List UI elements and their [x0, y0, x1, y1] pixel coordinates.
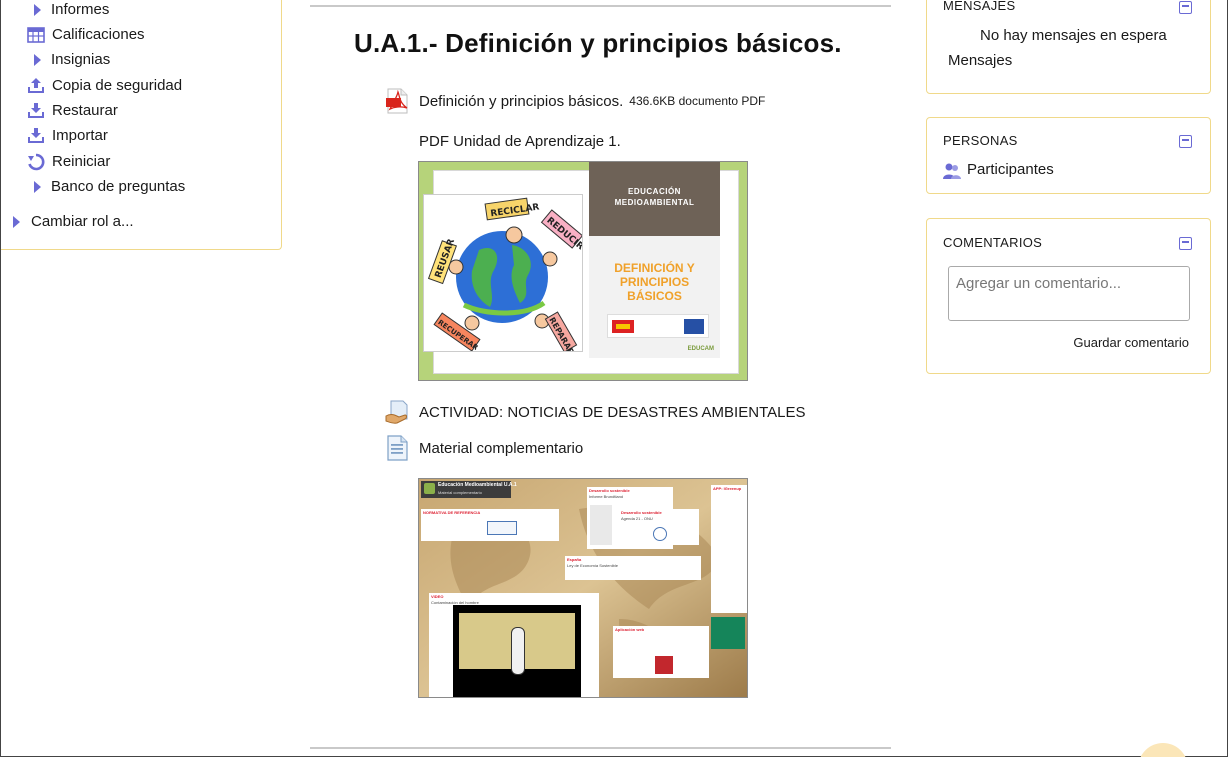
prezi-card-espana: España Ley de Economía Sostenible: [565, 556, 701, 580]
table-icon: [27, 26, 45, 43]
nav-item-restaurar[interactable]: Restaurar: [27, 98, 118, 123]
activity-pdf-description: PDF Unidad de Aprendizaje 1.: [419, 133, 621, 150]
activity-page-link[interactable]: Material complementario: [419, 440, 583, 457]
nav-item-copia-seguridad[interactable]: Copia de seguridad: [27, 73, 182, 98]
prezi-subtitle: Material complementario: [438, 490, 482, 495]
cover-logos: [607, 314, 709, 338]
chevron-right-icon: [34, 3, 41, 16]
activity-assignment[interactable]: ACTIVIDAD: NOTICIAS DE DESASTRES AMBIENT…: [385, 399, 805, 425]
nav-item-importar[interactable]: Importar: [27, 123, 108, 148]
prezi-logo-icon: [424, 483, 435, 494]
save-comment-link[interactable]: Guardar comentario: [1073, 335, 1189, 350]
chevron-right-icon: [34, 180, 41, 193]
activity-pdf-link[interactable]: Definición y principios básicos.: [419, 93, 623, 110]
nav-item-insignias[interactable]: Insignias: [34, 47, 110, 72]
prezi-card-video: VIDEO Contaminación del hombre: [429, 593, 599, 697]
prezi-card-agenda: Desarrollo sostenible Agenda 21 - ONU: [619, 509, 699, 545]
cover-illustration: RECICLAR REDUCIR REUSAR REPARAR RECUPERA…: [423, 194, 585, 356]
assignment-icon: [385, 400, 408, 424]
messages-empty-text: No hay mensajes en espera: [980, 27, 1167, 44]
download-icon: [28, 127, 44, 143]
prezi-title: Educación Medioambiental U.A.1: [438, 482, 517, 488]
cover-header: EDUCACIÓN MEDIOAMBIENTAL: [589, 162, 720, 236]
activity-pdf[interactable]: Definición y principios básicos. 436.6KB…: [385, 88, 765, 114]
activity-assignment-link[interactable]: ACTIVIDAD: NOTICIAS DE DESASTRES AMBIENT…: [419, 404, 805, 421]
messages-link[interactable]: Mensajes: [948, 52, 1012, 69]
messages-block-title: MENSAJES: [943, 0, 1016, 13]
users-icon: [943, 163, 961, 179]
participants-link[interactable]: Participantes: [967, 161, 1054, 178]
app-logo: [655, 656, 673, 674]
prezi-card-app: APP: IGreenup: [711, 485, 747, 613]
prezi-title-bar: Educación Medioambiental U.A.1 Material …: [421, 481, 517, 498]
section-bottom-divider: [310, 747, 891, 749]
collapse-icon[interactable]: [1179, 237, 1192, 250]
nav-item-reiniciar[interactable]: Reiniciar: [27, 149, 110, 174]
chevron-right-icon: [34, 53, 41, 66]
chevron-right-icon: [13, 215, 20, 228]
pdf-cover-image[interactable]: RECICLAR REDUCIR REUSAR REPARAR RECUPERA…: [418, 161, 748, 381]
igreenup-logo: [711, 617, 745, 649]
prezi-doc-thumb: [590, 505, 612, 545]
nav-item-informes[interactable]: Informes: [34, 0, 109, 22]
cover-title: DEFINICIÓN Y PRINCIPIOS BÁSICOS: [614, 261, 695, 303]
upload-icon: [28, 77, 44, 93]
nav-item-banco-preguntas[interactable]: Banco de preguntas: [34, 174, 185, 199]
sign-reducir: REDUCIR: [540, 209, 585, 252]
spain-flag-stripe: [616, 324, 630, 329]
prezi-card-normativa: NORMATIVA DE REFERENCIA: [421, 509, 559, 541]
cover-footer: EDUCAM: [687, 346, 714, 352]
activity-pdf-meta: 436.6KB documento PDF: [629, 94, 766, 108]
section-top-divider: [310, 5, 891, 7]
people-block-title: PERSONAS: [943, 133, 1018, 148]
collapse-icon[interactable]: [1179, 135, 1192, 148]
un-logo: [653, 527, 667, 541]
sign-reparar: REPARAR: [544, 311, 578, 356]
globe-illustration: RECICLAR REDUCIR REUSAR REPARAR RECUPERA…: [427, 197, 585, 356]
nav-item-cambiar-rol[interactable]: Cambiar rol a...: [13, 209, 134, 234]
messages-block: MENSAJES No hay mensajes en espera Mensa…: [926, 0, 1211, 94]
prezi-normativa-logo: [487, 521, 517, 535]
administration-block: Informes Calificaciones Insignias Copia …: [1, 0, 282, 250]
eu-flag-logo: [684, 319, 704, 334]
prezi-preview-image[interactable]: Educación Medioambiental U.A.1 Material …: [418, 478, 748, 698]
chat-bubble[interactable]: [1138, 743, 1188, 757]
page-icon: [387, 435, 408, 461]
comments-block-title: COMENTARIOS: [943, 235, 1043, 250]
collapse-icon[interactable]: [1179, 1, 1192, 14]
sign-reciclar: RECICLAR: [484, 197, 540, 221]
nav-item-calificaciones[interactable]: Calificaciones: [27, 22, 145, 47]
download-icon: [28, 102, 44, 118]
prezi-video-player[interactable]: [453, 605, 581, 697]
people-block: PERSONAS Participantes: [926, 117, 1211, 194]
pdf-icon: [386, 88, 408, 114]
activity-page[interactable]: Material complementario: [385, 435, 583, 461]
comments-block: COMENTARIOS Agregar un comentario... Gua…: [926, 218, 1211, 374]
video-cartoon-figure: [511, 627, 525, 675]
reset-icon: [28, 153, 45, 170]
comment-input[interactable]: Agregar un comentario...: [948, 266, 1190, 321]
cover-right-panel: EDUCACIÓN MEDIOAMBIENTAL DEFINICIÓN Y PR…: [589, 162, 720, 358]
prezi-card-aplicacion: Aplicación web: [613, 626, 709, 678]
section-title: U.A.1.- Definición y principios básicos.: [354, 28, 842, 58]
